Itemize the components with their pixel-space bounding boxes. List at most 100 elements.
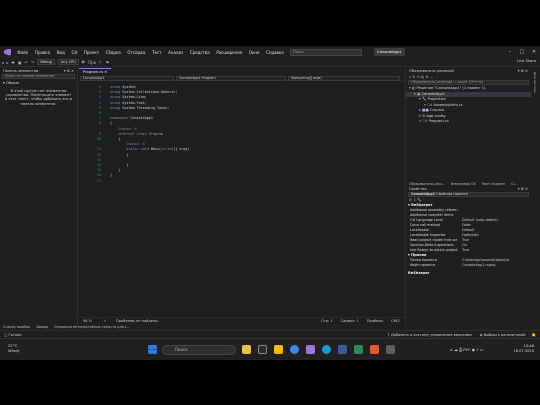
line-number: 2 <box>98 90 101 95</box>
ready-status: ▢ Готово <box>4 332 22 337</box>
properties-object-desc: Свойства проекта <box>436 192 468 196</box>
line-number: 9 <box>98 131 101 136</box>
minimize-icon[interactable]: – <box>504 46 516 58</box>
live-share-button[interactable]: Live Share <box>517 59 536 63</box>
menu-item[interactable]: Файл <box>14 50 32 55</box>
menu-item[interactable]: Отладка <box>124 50 149 55</box>
code-line: using System.Linq; <box>110 95 147 99</box>
code-line: static void Main(string[] args) <box>110 147 189 151</box>
configuration-dropdown[interactable]: Debug <box>37 59 55 65</box>
visual-studio-taskbar-icon[interactable] <box>306 345 315 354</box>
visual-studio-window: Файл Правка Вид Git Проект Сборка Отладка Тест А… <box>0 46 540 360</box>
tree-item-label: App.config <box>426 113 446 118</box>
menu-item[interactable]: Анализ <box>165 50 187 55</box>
tree-item-label: ConsoleApp1 <box>421 91 446 96</box>
tree-item[interactable]: ▾ C# Program.cs <box>406 119 531 125</box>
tree-item-icon: ▾ C# <box>424 102 434 107</box>
menu-item[interactable]: Сборка <box>102 50 124 55</box>
code-token: System.Text; <box>122 100 147 105</box>
menu-item[interactable]: Тест <box>149 50 165 55</box>
property-value[interactable]: True <box>462 248 524 253</box>
menu-item[interactable]: Правка <box>32 50 54 55</box>
code-line: Ссылок: 0 <box>110 127 136 131</box>
nav-class-dropdown[interactable]: ConsoleApp1.Program <box>176 75 286 81</box>
project-name-button[interactable]: ConsoleApp1 <box>374 48 405 56</box>
save-icon[interactable]: ▣ <box>16 60 23 65</box>
platform-dropdown[interactable]: Any CPU <box>57 59 79 65</box>
property-value[interactable]: ConsoleApp1.csproj <box>462 263 524 268</box>
code-token: namespace <box>110 116 131 121</box>
start-windows-icon[interactable] <box>148 345 157 354</box>
line-number: 8 <box>98 121 101 126</box>
properties-options-icon[interactable]: ▾ ⊞ ✕ <box>518 186 528 192</box>
search-input[interactable]: Поиск <box>290 48 363 56</box>
property-row[interactable]: Файл проекта ConsoleApp1.csproj <box>406 263 531 268</box>
app-icon[interactable] <box>338 345 347 354</box>
panel-options-icon[interactable]: ▾ ⊞ ✕ <box>518 68 528 74</box>
task-view-icon[interactable] <box>258 345 267 354</box>
toolbar-extra-icon[interactable]: ⚑ <box>104 60 111 65</box>
line-number: 6 <box>98 111 101 115</box>
pin-icon[interactable]: ▾ ⊞ ✕ <box>64 68 74 74</box>
windows-taskbar: 22°C Windy Поиск ∧ ☁ ⎙ РУС ◉ ♪ ▭ 15:46 1… <box>0 338 540 360</box>
line-number: 5 <box>98 105 101 110</box>
solution-search-input[interactable]: Обозреватель решений — поиск (Ctrl+ж) <box>408 80 529 85</box>
tree-item-icon: ▸ ■■ <box>419 108 430 112</box>
toolbox-search-input[interactable]: Поиск по панели элементов <box>2 74 75 79</box>
code-token: System.Linq; <box>122 95 147 100</box>
taskbar-search-input[interactable]: Поиск <box>162 345 236 355</box>
menu-item[interactable]: Git <box>68 50 80 55</box>
file-explorer-icon[interactable] <box>242 345 251 354</box>
toolbar: ◂ ▸ ✚ ▣ ↶ ↷ Debug Any CPU ▶ Про ▷ ⚑ Live… <box>0 58 540 67</box>
diagnostics-tab[interactable]: Диагностика <box>533 72 537 93</box>
code-line: using System.Threading.Tasks; <box>110 106 169 110</box>
line-number: 15 <box>96 168 101 173</box>
nav-project-dropdown[interactable]: ConsoleApp1 <box>80 75 174 81</box>
code-area[interactable]: 1 using System; 2 using System.Collections.… <box>79 82 404 310</box>
code-token: using <box>110 100 123 105</box>
menu-item[interactable]: Справка <box>263 50 287 55</box>
issues-indicator[interactable]: ✔ Проблемы не найдены. <box>96 319 167 323</box>
tab-label: Program.cs <box>83 70 104 74</box>
clock[interactable]: 15:46 18.07.2023 <box>513 344 534 354</box>
menu-item[interactable]: Окно <box>246 50 263 55</box>
menu-item[interactable]: Вид <box>53 50 68 55</box>
weather-widget[interactable]: 22°C Windy <box>8 343 20 353</box>
category-label: ReSharper <box>411 203 433 207</box>
select-repo-button[interactable]: ◈ Выбрать репозиторий <box>480 333 532 337</box>
system-tray[interactable]: ∧ ☁ ⎙ РУС ◉ ♪ ▭ <box>450 347 483 352</box>
solution-explorer-panel: Обозреватель решений ▾ ⊞ ✕ ⌂ ↻ ⟲ ▤ ⚙ — О… <box>405 68 531 186</box>
zoom-level[interactable]: 98 % <box>79 319 96 323</box>
status-bar: ▢ Готово ↑ Добавить в систему управления… <box>0 330 540 338</box>
line-ending-indicator[interactable]: CRLF <box>387 319 404 323</box>
nav-member-dropdown[interactable]: Main(string[] args) <box>288 75 400 81</box>
menu-item[interactable]: Расширения <box>213 50 246 55</box>
menu-item[interactable]: Проект <box>81 50 103 55</box>
code-line: } <box>110 173 112 177</box>
code-token: ConsoleApp1 <box>130 116 153 121</box>
window-controls: – □ ✕ <box>504 46 540 58</box>
notifications-icon[interactable]: 🔔 <box>532 333 540 337</box>
properties-object-name: ConsoleApp1 <box>411 192 436 196</box>
code-token: { <box>110 121 113 126</box>
code-line: internal class Program <box>110 132 163 136</box>
close-icon[interactable]: ✕ <box>528 46 540 58</box>
language-indicator[interactable]: РУС <box>463 347 470 352</box>
whitespace-indicator[interactable]: Пробелы <box>363 319 387 323</box>
redo-icon[interactable]: ↷ <box>30 60 36 65</box>
teams-icon[interactable] <box>354 345 363 354</box>
menu-item[interactable]: Средства <box>187 50 214 55</box>
line-number: 1 <box>98 85 101 89</box>
app-icon-gray[interactable] <box>386 345 395 354</box>
code-token: System.Threading.Tasks; <box>122 105 170 110</box>
tab-program-cs[interactable]: Program.cs ✕ <box>79 68 112 75</box>
edge-icon[interactable] <box>322 345 331 354</box>
start-button[interactable]: Про <box>87 60 98 65</box>
line-number: 16 <box>96 173 101 178</box>
app-icon-orange[interactable] <box>370 345 379 354</box>
maximize-icon[interactable]: □ <box>516 46 528 58</box>
folder-icon[interactable] <box>274 345 283 354</box>
add-source-control-button[interactable]: ↑ Добавить в систему управления версиями <box>387 333 480 337</box>
chrome-icon[interactable] <box>290 345 299 354</box>
